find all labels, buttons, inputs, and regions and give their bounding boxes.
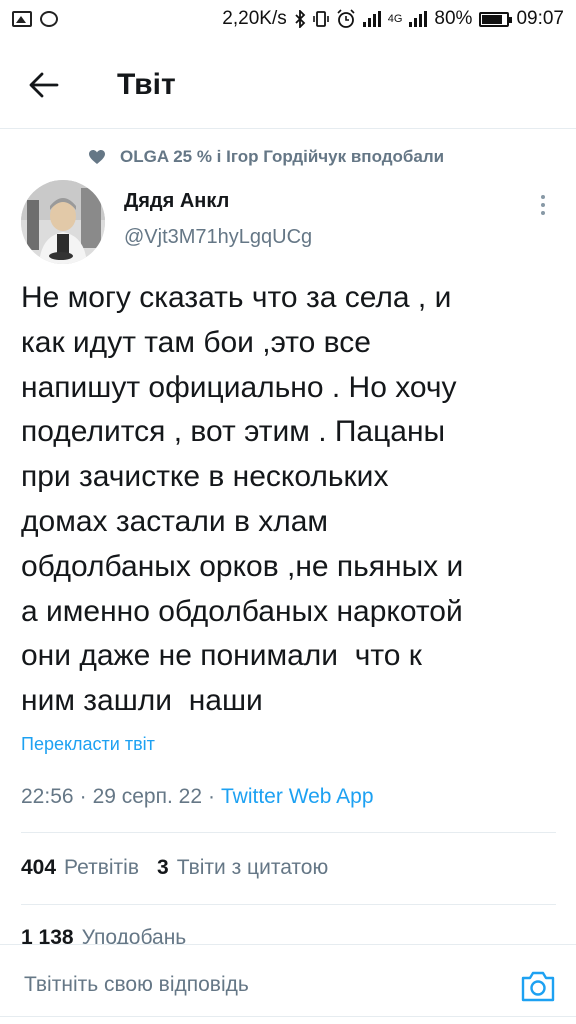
- back-button[interactable]: [26, 67, 62, 103]
- network-type: 4G: [387, 13, 403, 25]
- signal-icon: [362, 11, 381, 27]
- tweet-line: ним зашли наши: [21, 684, 263, 718]
- battery-percent: 80%: [434, 8, 473, 29]
- header-divider: [0, 128, 576, 129]
- tweet-time: 22:56: [21, 785, 74, 808]
- tweet-meta: 22:56 · 29 серп. 22 · Twitter Web App: [21, 785, 374, 809]
- more-options-button[interactable]: [528, 190, 558, 220]
- status-bar: 2,20K/s 4G 80% 09:07: [0, 0, 576, 38]
- divider: [21, 904, 556, 905]
- tweet-line: при зачистке в нескольких: [21, 460, 389, 494]
- divider: [21, 832, 556, 833]
- tweet-line: поделится , вот этим . Пацаны: [21, 415, 446, 449]
- more-vertical-icon: [541, 195, 545, 215]
- likes-count: 1 138: [21, 926, 74, 946]
- likes-label: Уподобань: [81, 926, 187, 946]
- avatar-image: [21, 180, 105, 264]
- tweet-line: напишут официально . Но хочу: [21, 370, 457, 404]
- avatar[interactable]: [21, 180, 105, 264]
- quotes-label: Твіти з цитатою: [176, 856, 329, 879]
- meta-separator: ·: [79, 785, 87, 808]
- retweets-label: Ретвітів: [64, 856, 139, 879]
- social-context-text: OLGA 25 % і Ігор Гордійчук вподобали: [120, 147, 445, 166]
- bluetooth-icon: [295, 10, 306, 28]
- tweet-date: 29 серп. 22: [92, 785, 203, 808]
- image-icon: [12, 11, 32, 27]
- tweet-line: домах застали в хлам: [21, 504, 329, 538]
- retweets-count: 404: [21, 856, 57, 879]
- battery-fill: [482, 14, 502, 24]
- status-right: 2,20K/s 4G 80% 09:07: [222, 8, 564, 30]
- tweet-line: Не могу сказать что за села , и: [21, 281, 452, 314]
- author-name[interactable]: Дядя Анкл: [124, 190, 229, 213]
- reply-bar: Твітніть свою відповідь: [0, 944, 576, 1024]
- back-arrow-icon: [29, 72, 59, 98]
- likes-stat[interactable]: 1 138 Уподобань: [21, 926, 186, 946]
- quotes-count: 3: [157, 856, 169, 879]
- status-left: [12, 11, 58, 27]
- camera-button[interactable]: [520, 969, 556, 1003]
- tweet-source-link[interactable]: Twitter Web App: [221, 785, 374, 809]
- clock: 09:07: [516, 8, 564, 29]
- reply-underline: [0, 1016, 576, 1017]
- tweet-line: как идут там бои ,это все: [21, 325, 371, 359]
- translate-tweet-link[interactable]: Перекласти твіт: [21, 734, 155, 755]
- reply-input[interactable]: Твітніть свою відповідь: [24, 973, 249, 997]
- page-title: Твіт: [117, 68, 176, 101]
- retweets-stat[interactable]: 404 Ретвітів: [21, 856, 139, 880]
- chat-icon: [40, 11, 58, 27]
- alarm-icon: [337, 9, 355, 28]
- quotes-stat[interactable]: 3 Твіти з цитатою: [157, 856, 328, 880]
- tweet-line: а именно обдолбаных наркотой: [21, 594, 463, 628]
- signal-icon-2: [409, 11, 428, 27]
- tweet-line: обдолбаных орков ,не пьяных и: [21, 549, 464, 583]
- battery-icon: [479, 11, 513, 27]
- camera-icon: [521, 971, 555, 1002]
- vibrate-icon: [312, 11, 329, 27]
- heart-icon: [89, 150, 105, 164]
- meta-separator: ·: [208, 785, 216, 808]
- tweet-line: они даже не понимали что к: [21, 639, 422, 673]
- author-handle[interactable]: @Vjt3M71hyLgqUCg: [124, 226, 312, 249]
- top-app-bar: Твіт: [0, 50, 576, 120]
- network-speed: 2,20K/s: [222, 8, 287, 29]
- tweet-stats: 404 Ретвітів 3 Твіти з цитатою: [21, 856, 346, 880]
- tweet-text: Не могу сказать что за села , и как идут…: [21, 276, 561, 724]
- social-context[interactable]: OLGA 25 % і Ігор Гордійчук вподобали: [88, 144, 444, 170]
